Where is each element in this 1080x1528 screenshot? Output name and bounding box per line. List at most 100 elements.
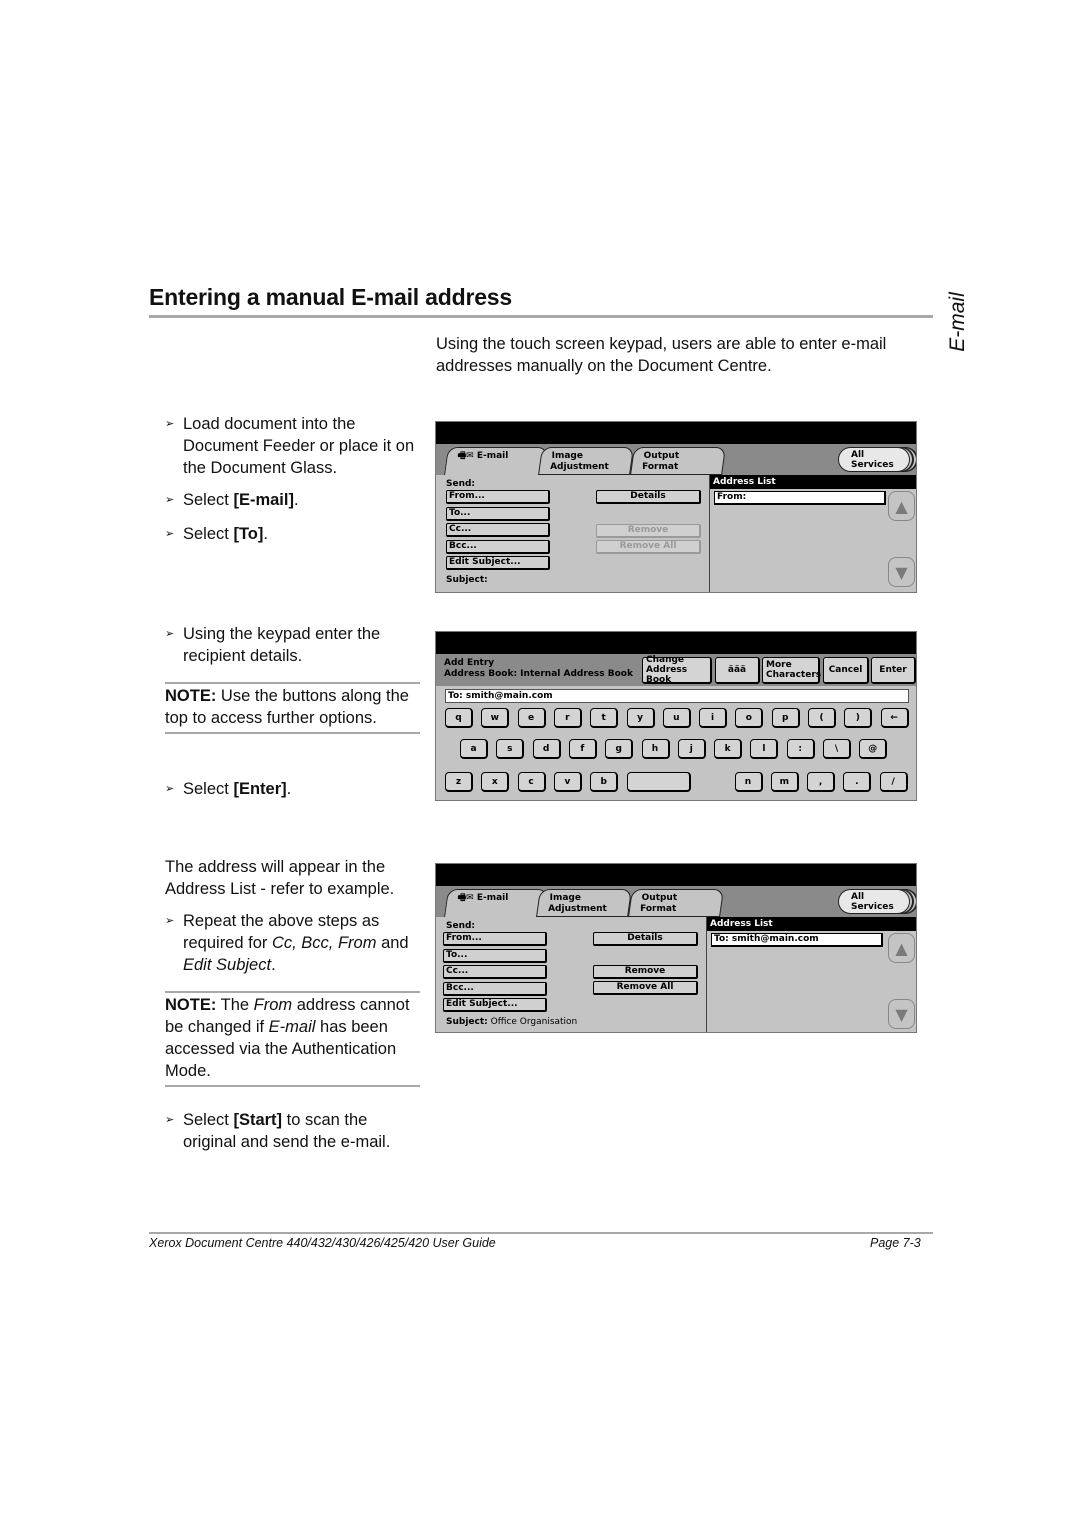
screen-status-bar (436, 632, 916, 654)
tab-bar: 🖷✉ E-mail Image Adjustment Output Format A… (436, 886, 916, 917)
tab-image-adjustment[interactable]: Image Adjustment (538, 447, 634, 475)
cancel-button[interactable]: Cancel (823, 657, 869, 684)
key-o[interactable]: o (735, 708, 764, 728)
triangle-up-icon: ▲ (895, 496, 908, 516)
details-button[interactable]: Details (593, 932, 698, 946)
keyboard-screen: Add Entry Address Book: Internal Address … (435, 631, 917, 801)
all-services-button[interactable]: All Services (838, 889, 910, 914)
key-at[interactable]: @ (859, 739, 888, 759)
key-backslash[interactable]: \ (823, 739, 851, 759)
remove-all-button[interactable]: Remove All (596, 540, 701, 554)
key-s[interactable]: s (496, 739, 525, 759)
scan-email-icon: 🖷✉ (457, 893, 474, 903)
key-slash[interactable]: / (879, 772, 908, 792)
tab-image-adjustment[interactable]: Image Adjustment (536, 889, 632, 917)
remove-all-button[interactable]: Remove All (593, 981, 698, 995)
key-q[interactable]: q (445, 708, 473, 728)
bullet-arrow-icon: ➢ (165, 628, 175, 640)
key-shift[interactable]: ⇧A (916, 772, 917, 792)
scroll-up-button[interactable]: ▲ (888, 933, 915, 963)
step-load-document: ➢ Load document into the Document Feeder … (165, 415, 415, 477)
key-u[interactable]: u (662, 708, 691, 728)
email-screen-with-address: 🖷✉ E-mail Image Adjustment Output Format A… (435, 863, 917, 1033)
keyboard-header: Add Entry Address Book: Internal Address … (436, 654, 916, 686)
bcc-button[interactable]: Bcc... (446, 540, 550, 554)
scroll-down-button[interactable]: ▼ (888, 557, 915, 587)
key-a[interactable]: a (460, 739, 488, 759)
key-n[interactable]: n (734, 772, 763, 792)
tab-email[interactable]: 🖷✉ E-mail (444, 889, 548, 917)
key-t[interactable]: t (590, 708, 619, 728)
bullet-arrow-icon: ➢ (165, 528, 175, 540)
key-space[interactable] (626, 772, 691, 792)
footer-divider (149, 1232, 933, 1234)
key-y[interactable]: y (626, 708, 655, 728)
remove-button[interactable]: Remove (596, 524, 701, 538)
remove-button[interactable]: Remove (593, 965, 698, 979)
from-button[interactable]: From... (446, 490, 550, 504)
key-comma[interactable]: , (807, 772, 836, 792)
to-button[interactable]: To... (443, 949, 547, 963)
bcc-button[interactable]: Bcc... (443, 982, 547, 996)
key-g[interactable]: g (605, 739, 634, 759)
key-f[interactable]: f (568, 739, 597, 759)
accented-characters-button[interactable]: äää (715, 657, 760, 684)
key-p[interactable]: p (771, 708, 800, 728)
key-close-paren[interactable]: ) (844, 708, 873, 728)
address-list-entry[interactable]: To: smith@main.com (711, 933, 883, 947)
address-list-entry[interactable]: From: (714, 491, 886, 505)
to-button[interactable]: To... (446, 507, 550, 521)
address-list-paragraph: The address will appear in the Address L… (165, 858, 395, 898)
key-m[interactable]: m (770, 772, 799, 792)
key-colon[interactable]: : (786, 739, 815, 759)
key-x[interactable]: x (481, 772, 510, 792)
key-backspace[interactable]: ← (880, 708, 909, 728)
key-r[interactable]: r (553, 708, 582, 728)
step-enter-recipient: ➢ Using the keypad enter the recipient de… (165, 625, 381, 665)
send-label: Send: (446, 921, 476, 931)
change-address-book-button[interactable]: Change Address Book (642, 655, 712, 685)
cc-button[interactable]: Cc... (446, 523, 550, 537)
triangle-down-icon: ▼ (895, 1004, 908, 1024)
key-open-paren[interactable]: ( (808, 708, 836, 728)
tab-output-format[interactable]: Output Format (628, 889, 724, 917)
cc-button[interactable]: Cc... (443, 965, 547, 979)
screen-status-bar (436, 422, 916, 444)
subject-line: Subject: (446, 575, 488, 585)
page-title: Entering a manual E-mail address (149, 284, 512, 310)
tab-output-format[interactable]: Output Format (630, 447, 726, 475)
key-z[interactable]: z (445, 772, 473, 792)
intro-paragraph: Using the touch screen keypad, users are… (436, 335, 887, 375)
key-d[interactable]: d (532, 739, 561, 759)
bullet-arrow-icon: ➢ (165, 783, 175, 795)
key-period[interactable]: . (843, 772, 872, 792)
more-characters-button[interactable]: More Characters (762, 657, 821, 684)
details-button[interactable]: Details (596, 490, 701, 504)
edit-subject-button[interactable]: Edit Subject... (443, 998, 547, 1012)
scroll-up-button[interactable]: ▲ (888, 491, 915, 521)
edit-subject-button[interactable]: Edit Subject... (446, 556, 550, 570)
bullet-arrow-icon: ➢ (165, 1114, 175, 1126)
key-b[interactable]: b (590, 772, 619, 792)
key-w[interactable]: w (481, 708, 510, 728)
from-button[interactable]: From... (443, 932, 547, 946)
key-c[interactable]: c (517, 772, 546, 792)
screen-status-bar (436, 864, 916, 886)
key-j[interactable]: j (677, 739, 706, 759)
note-from-address: NOTE: The From address cannot be changed… (165, 991, 420, 1087)
key-l[interactable]: l (750, 739, 779, 759)
key-v[interactable]: v (553, 772, 582, 792)
enter-button[interactable]: Enter (871, 657, 916, 684)
address-list-header: Address List (710, 475, 916, 489)
tab-email[interactable]: 🖷✉ E-mail (444, 447, 548, 475)
key-h[interactable]: h (641, 739, 670, 759)
all-services-button[interactable]: All Services (838, 447, 910, 472)
key-i[interactable]: i (699, 708, 728, 728)
scroll-down-button[interactable]: ▼ (888, 999, 915, 1029)
address-input[interactable]: To: smith@main.com (445, 689, 909, 703)
send-label: Send: (446, 479, 476, 489)
key-k[interactable]: k (714, 739, 743, 759)
bullet-arrow-icon: ➢ (165, 494, 175, 506)
key-e[interactable]: e (517, 708, 546, 728)
address-list-panel: Address List From: ▲ ▼ (709, 475, 916, 592)
